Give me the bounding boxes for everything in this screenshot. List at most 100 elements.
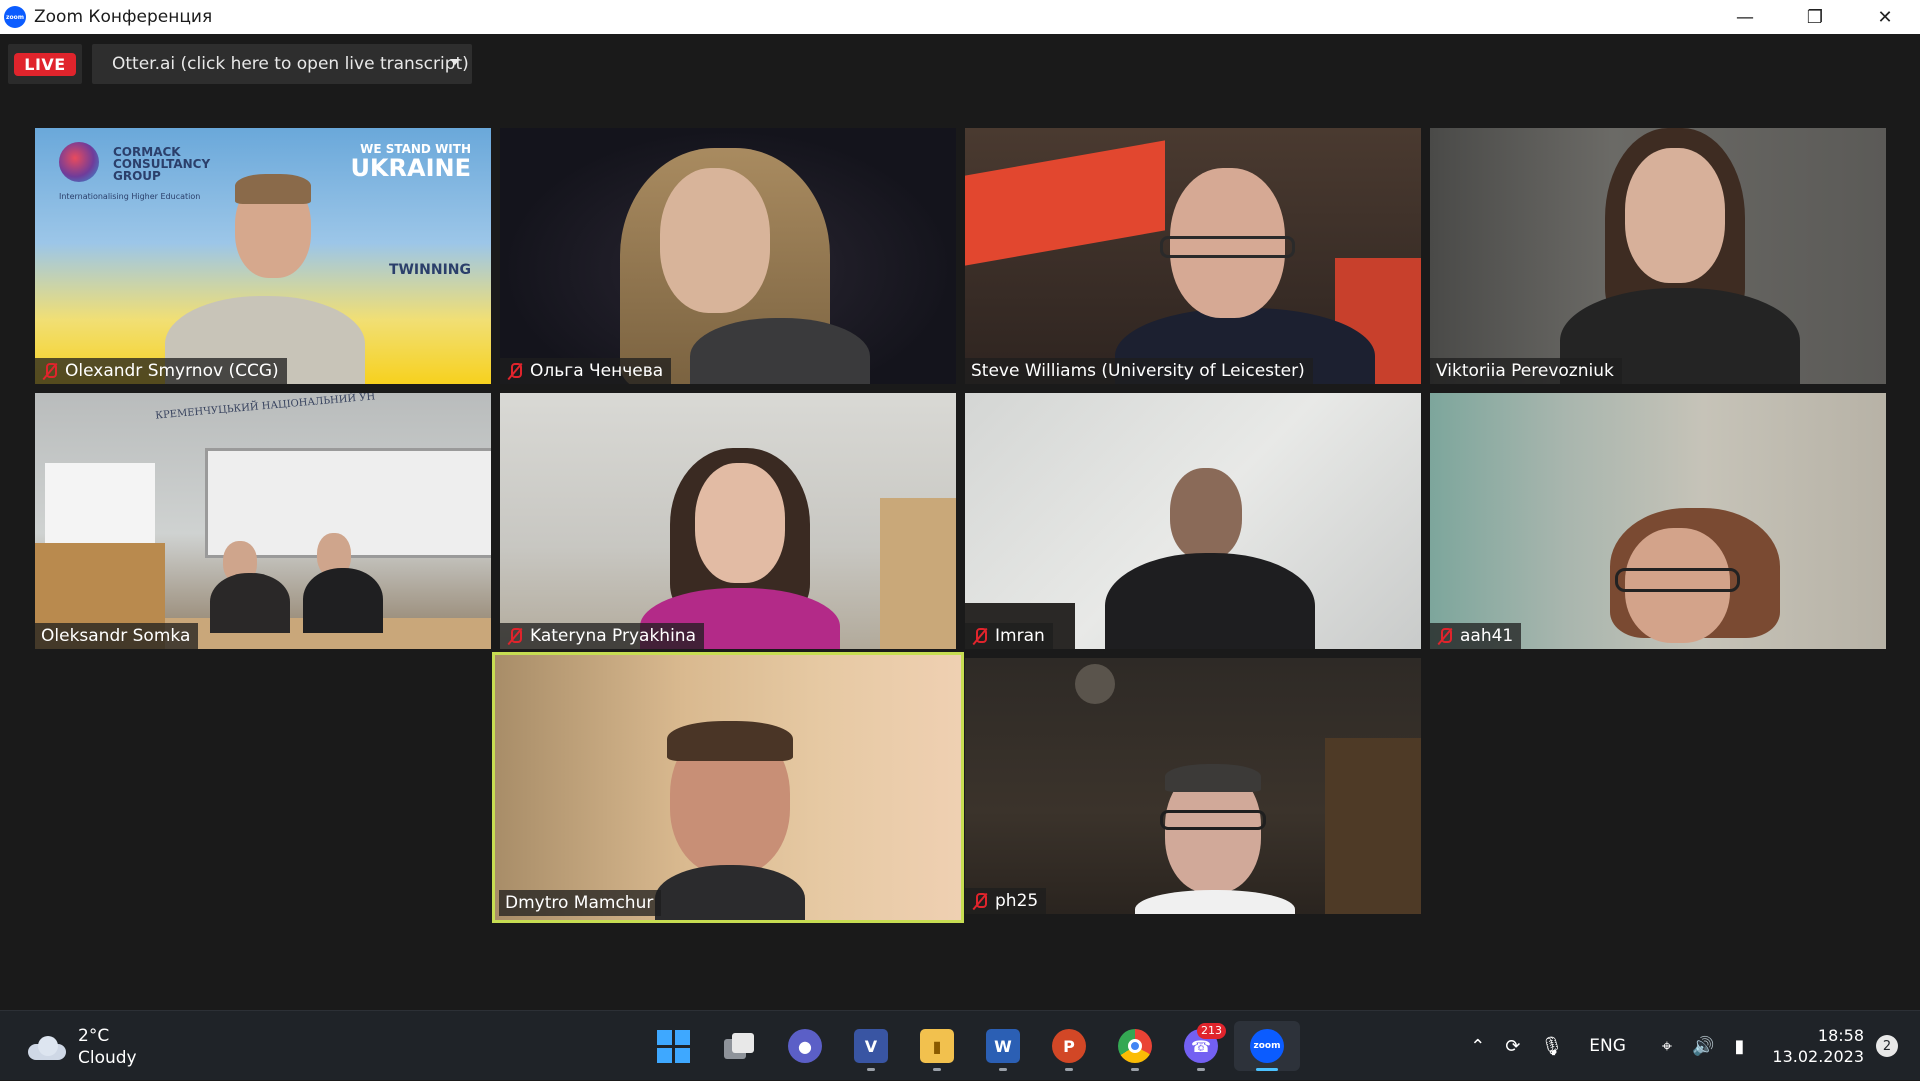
participant-name: Imran — [995, 626, 1045, 646]
participant-head — [1625, 148, 1725, 283]
ccg-logo-icon — [59, 142, 99, 182]
taskbar-file-explorer[interactable]: ▮ — [904, 1021, 970, 1071]
running-indicator — [1131, 1068, 1139, 1071]
mic-muted-icon — [971, 892, 989, 910]
chat-icon: ● — [788, 1029, 822, 1063]
mic-muted-icon — [41, 362, 59, 380]
otter-label: Otter.ai (click here to open live transc… — [112, 54, 469, 74]
name-tag: Kateryna Pryakhina — [500, 623, 704, 649]
start-button[interactable] — [640, 1021, 706, 1071]
participant-body — [210, 573, 290, 633]
window-controls: — ❐ ✕ — [1710, 0, 1920, 34]
taskbar-apps: ● V ▮ W P ☎ 213 zoom — [640, 1021, 1300, 1071]
taskbar-powerpoint[interactable]: P — [1036, 1021, 1102, 1071]
name-tag: Viktoriia Perevozniuk — [1430, 358, 1622, 384]
running-indicator — [1065, 1068, 1073, 1071]
video-tile-ph25[interactable]: ph25 — [965, 658, 1421, 914]
participant-hair — [667, 721, 793, 761]
clock-time: 18:58 — [1817, 1026, 1864, 1045]
participant-head — [1170, 468, 1242, 560]
ccg-tagline: Internationalising Higher Education — [59, 192, 201, 201]
wifi-icon[interactable]: ⌖ — [1662, 1036, 1672, 1057]
task-view-button[interactable] — [706, 1021, 772, 1071]
taskbar-chrome[interactable] — [1102, 1021, 1168, 1071]
taskbar-zoom[interactable]: zoom — [1234, 1021, 1300, 1071]
video-tile-oleksandr-somka[interactable]: КРЕМЕНЧУЦЬКИЙ НАЦІОНАЛЬНИЙ УН Oleksandr … — [35, 393, 491, 649]
chevron-up-icon[interactable]: ⌃ — [1470, 1036, 1485, 1057]
mic-muted-icon — [971, 627, 989, 645]
participant-name: Olexandr Smyrnov (CCG) — [65, 361, 279, 381]
participant-name: aah41 — [1460, 626, 1514, 646]
glasses — [1160, 810, 1266, 830]
video-tile-viktoriia-perevozniuk[interactable]: Viktoriia Perevozniuk — [1430, 128, 1886, 384]
battery-icon[interactable]: ▮ — [1734, 1036, 1744, 1057]
windows-logo-icon — [656, 1029, 690, 1063]
participant-name: Ольга Ченчева — [530, 361, 664, 381]
task-view-icon — [724, 1033, 754, 1059]
name-tag: aah41 — [1430, 623, 1522, 649]
window-title: Zoom Конференция — [34, 7, 213, 27]
volume-icon[interactable]: 🔊 — [1692, 1036, 1714, 1057]
mic-muted-icon — [506, 362, 524, 380]
live-badge[interactable]: LIVE — [8, 44, 82, 84]
visio-icon: V — [854, 1029, 888, 1063]
participant-name: ph25 — [995, 891, 1039, 911]
otter-transcript-button[interactable]: Otter.ai (click here to open live transc… — [92, 44, 472, 84]
participant-name: Dmytro Mamchur — [505, 893, 654, 913]
windows-taskbar: 2°C Cloudy ● V ▮ W P ☎ 213 zoom ⌃ ⟳ 🎙 EN… — [0, 1010, 1920, 1080]
minimize-button[interactable]: — — [1710, 0, 1780, 34]
taskbar-visio[interactable]: V — [838, 1021, 904, 1071]
taskbar-viber[interactable]: ☎ 213 — [1168, 1021, 1234, 1071]
participant-name: Oleksandr Somka — [41, 626, 191, 646]
close-button[interactable]: ✕ — [1850, 0, 1920, 34]
running-indicator — [999, 1068, 1007, 1071]
participant-body — [655, 865, 805, 920]
video-tile-olga-chencheva[interactable]: Ольга Ченчева — [500, 128, 956, 384]
system-tray: ⌃ ⟳ 🎙 ENG ⌖ 🔊 ▮ 18:58 13.02.2023 2 — [1460, 1011, 1920, 1081]
live-badge-label: LIVE — [14, 52, 76, 76]
bookshelf — [1325, 738, 1421, 914]
cloud-icon — [28, 1036, 66, 1060]
participant-hair — [1165, 764, 1261, 792]
viber-unread-badge: 213 — [1197, 1023, 1226, 1039]
taskbar-teams-chat[interactable]: ● — [772, 1021, 838, 1071]
participant-body — [303, 568, 383, 633]
twinning-logo: TWINNING — [388, 262, 471, 278]
chevron-down-icon[interactable] — [450, 59, 460, 65]
notification-count-badge[interactable]: 2 — [1876, 1035, 1898, 1057]
taskbar-word[interactable]: W — [970, 1021, 1036, 1071]
name-tag: Steve Williams (University of Leicester) — [965, 358, 1313, 384]
restore-button[interactable]: ❐ — [1780, 0, 1850, 34]
glasses — [1615, 568, 1740, 592]
video-tile-dmytro-mamchur[interactable]: Dmytro Mamchur — [492, 652, 964, 923]
name-tag: Oleksandr Somka — [35, 623, 199, 649]
sync-icon[interactable]: ⟳ — [1505, 1036, 1520, 1057]
word-icon: W — [986, 1029, 1020, 1063]
participant-head — [660, 168, 770, 313]
language-indicator[interactable]: ENG — [1589, 1036, 1626, 1056]
participant-body — [690, 318, 870, 384]
participant-name: Kateryna Pryakhina — [530, 626, 696, 646]
video-tile-aah41[interactable]: aah41 — [1430, 393, 1886, 649]
weather-widget[interactable]: 2°C Cloudy — [28, 1025, 137, 1069]
glasses — [1160, 236, 1295, 258]
video-tile-olexandr-smyrnov[interactable]: CORMACK CONSULTANCY GROUP Internationalisi… — [35, 128, 491, 384]
running-indicator — [1197, 1068, 1205, 1071]
clock-date: 13.02.2023 — [1772, 1047, 1864, 1066]
powerpoint-icon: P — [1052, 1029, 1086, 1063]
video-tile-steve-williams[interactable]: Steve Williams (University of Leicester) — [965, 128, 1421, 384]
participant-head — [695, 463, 785, 583]
live-toolbar: LIVE Otter.ai (click here to open live t… — [8, 44, 472, 84]
running-indicator — [867, 1068, 875, 1071]
cabinet — [880, 498, 956, 649]
name-tag: Olexandr Smyrnov (CCG) — [35, 358, 287, 384]
participant-name: Steve Williams (University of Leicester) — [971, 361, 1305, 381]
clock[interactable]: 18:58 13.02.2023 — [1772, 1025, 1864, 1067]
microphone-icon[interactable]: 🎙 — [1540, 1036, 1563, 1057]
weather-description: Cloudy — [78, 1048, 137, 1068]
participant-hair — [235, 174, 311, 204]
stand-with-ukraine: WE STAND WITH UKRAINE — [350, 142, 471, 182]
video-tile-kateryna-pryakhina[interactable]: Kateryna Pryakhina — [500, 393, 956, 649]
video-tile-imran[interactable]: Imran — [965, 393, 1421, 649]
participant-body — [1105, 553, 1315, 649]
